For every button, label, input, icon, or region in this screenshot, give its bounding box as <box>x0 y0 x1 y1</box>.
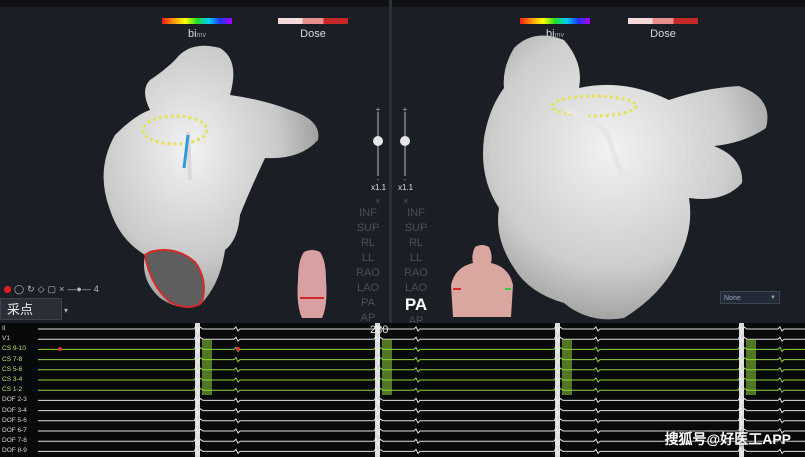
tool-row: ◯ ↻ ◇ ▢ × —●— 4 <box>4 282 99 296</box>
view-ap[interactable]: AP <box>396 314 436 323</box>
overlay-select-value: None <box>724 295 741 302</box>
ecg-trace <box>38 447 805 457</box>
ventricular-spike <box>555 323 560 457</box>
bimv-legend: bimv <box>162 18 232 40</box>
top-toolbar-strip <box>392 0 805 7</box>
view-rl[interactable]: RL <box>396 236 436 251</box>
dose-colorbar <box>278 18 348 24</box>
channel-label: CS 1-2 <box>2 386 23 394</box>
view-list-left: INF SUP RL LL RAO LAO PA AP <box>348 206 388 323</box>
left-atrium-shell-pa[interactable] <box>474 28 779 323</box>
annotation-marker <box>236 347 240 351</box>
count-label: 4 <box>93 284 99 294</box>
collect-points-button[interactable]: 采点 <box>0 298 62 320</box>
right-3d-view[interactable]: bimv Dose + - x1.1 × INF SUP RL LL RAO L… <box>392 0 805 323</box>
cs-activation <box>202 339 212 395</box>
view-ll[interactable]: LL <box>396 251 436 266</box>
clear-icon[interactable]: × <box>59 284 64 294</box>
cs-activation <box>562 339 572 395</box>
view-list-right: INF SUP RL LL RAO LAO PA AP <box>396 206 436 323</box>
view-rao[interactable]: RAO <box>348 266 388 281</box>
channel-label: V1 <box>2 335 10 343</box>
zoom-value-left: x1.1 <box>371 183 387 192</box>
channel-label: DOF 3-4 <box>2 406 27 414</box>
ventricular-spike <box>195 323 200 457</box>
zoom-knob[interactable] <box>400 136 410 146</box>
ecg-trace <box>38 335 805 345</box>
channel-label: CS 7-8 <box>2 355 23 363</box>
view-pa-active[interactable]: PA <box>396 296 436 314</box>
channel-label: CS 3-4 <box>2 376 23 383</box>
zoom-value-right: x1.1 <box>398 183 414 192</box>
channel-label: CS 5-6 <box>2 365 23 373</box>
channel-label: CS 9-10 <box>2 345 26 353</box>
view-ap[interactable]: AP <box>348 311 388 323</box>
dose-label: Dose <box>300 28 326 40</box>
channel-label: II <box>2 325 6 332</box>
ventricular-spike <box>375 323 380 457</box>
view-sup[interactable]: SUP <box>396 221 436 236</box>
ecg-trace <box>38 345 805 356</box>
view-inf[interactable]: INF <box>396 206 436 221</box>
rotate-icon[interactable]: ↻ <box>27 284 35 295</box>
bimv-colorbar <box>162 18 232 24</box>
eraser-icon[interactable]: ◇ <box>38 284 45 295</box>
annotation-marker <box>58 347 62 351</box>
bimv-colorbar <box>520 18 590 24</box>
bimv-sub-label: mv <box>196 32 206 39</box>
channel-label: DOF 2-3 <box>2 396 27 404</box>
ecg-trace <box>38 386 805 396</box>
view-sup[interactable]: SUP <box>348 221 388 236</box>
dose-colorbar <box>628 18 698 24</box>
ecg-trace <box>38 355 805 366</box>
left-3d-view[interactable]: bimv Dose + - x1.1 × INF SUP RL LL RAO L… <box>0 0 390 323</box>
top-toolbar-strip <box>0 0 390 7</box>
lasso-icon[interactable]: ◯ <box>14 284 24 295</box>
torso-orientation-icon-left <box>297 250 327 318</box>
view-pa[interactable]: PA <box>348 296 388 311</box>
channel-label: DOF 8-9 <box>2 447 27 455</box>
bimv-label: bi <box>188 28 197 40</box>
chevron-down-icon[interactable]: ▾ <box>64 306 68 315</box>
view-ll[interactable]: LL <box>348 251 388 266</box>
zoom-slider-right[interactable]: + - <box>395 102 415 184</box>
close-icon[interactable]: × <box>375 196 380 206</box>
dose-legend: Dose <box>278 18 348 40</box>
ecg-trace <box>38 324 805 335</box>
view-inf[interactable]: INF <box>348 206 388 221</box>
channel-label: DOF 5-6 <box>2 416 27 424</box>
view-lao[interactable]: LAO <box>396 281 436 296</box>
ecg-trace <box>38 416 805 427</box>
ecg-trace <box>38 406 805 417</box>
select-box-icon[interactable]: ▢ <box>48 284 57 295</box>
view-rao[interactable]: RAO <box>396 266 436 281</box>
ecg-trace <box>38 396 805 407</box>
cs-activation <box>382 339 392 395</box>
ecg-timer: 280 <box>370 324 389 336</box>
watermark: 搜狐号@好医工APP <box>664 431 791 447</box>
view-lao[interactable]: LAO <box>348 281 388 296</box>
zoom-knob[interactable] <box>373 136 383 146</box>
record-icon[interactable] <box>4 285 11 293</box>
cs-activation <box>746 339 756 395</box>
channel-label: DOF 6-7 <box>2 427 27 434</box>
zoom-slider-left[interactable]: + - <box>368 102 388 184</box>
overlay-select[interactable]: None ▼ <box>720 291 780 304</box>
channel-label: DOF 7-8 <box>2 437 27 445</box>
close-icon[interactable]: × <box>403 196 408 206</box>
ecg-trace <box>38 365 805 376</box>
view-rl[interactable]: RL <box>348 236 388 251</box>
size-slider-icon[interactable]: —●— <box>67 284 90 294</box>
ecg-trace <box>38 375 805 386</box>
chevron-down-icon: ▼ <box>770 295 776 301</box>
